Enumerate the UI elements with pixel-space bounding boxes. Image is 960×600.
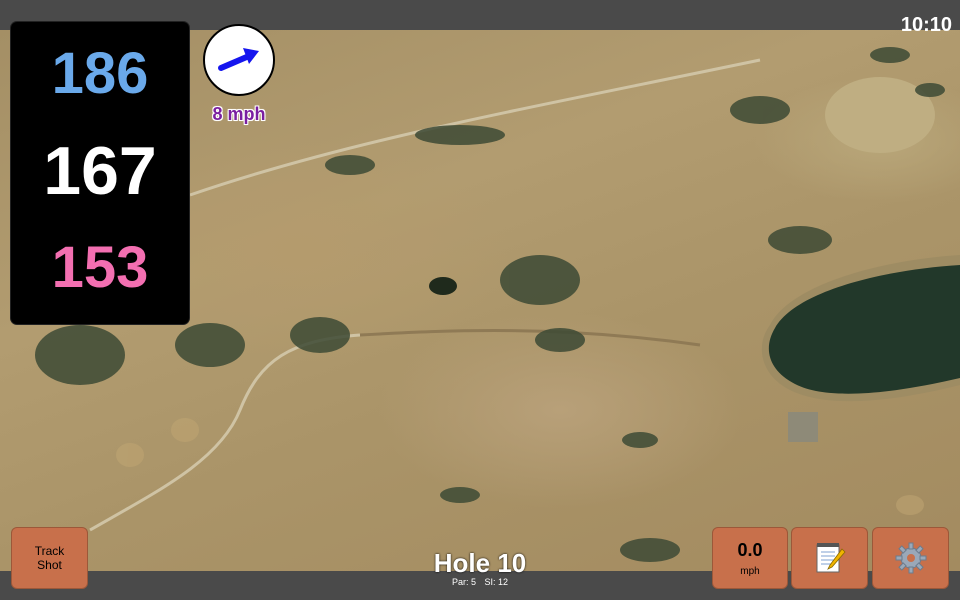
hole-stroke-index: SI: 12 bbox=[484, 577, 509, 587]
clock: 10:10 bbox=[900, 14, 952, 36]
track-shot-button[interactable]: Track Shot bbox=[12, 528, 87, 588]
gear-icon bbox=[895, 542, 926, 574]
wind-arrow-icon bbox=[218, 48, 259, 71]
notes-button[interactable] bbox=[792, 528, 867, 588]
track-shot-label-line2: Shot bbox=[37, 558, 62, 572]
hole-info: Par: 5 SI: 12 bbox=[380, 577, 580, 587]
speed-value: 0.0 bbox=[737, 539, 763, 560]
wind-speed: 8 mph bbox=[212, 104, 266, 124]
distance-panel: 186 167 153 bbox=[11, 22, 189, 324]
settings-button[interactable] bbox=[873, 528, 948, 588]
speed-button[interactable]: 0.0 mph bbox=[713, 528, 787, 588]
hole-title: Hole 10 bbox=[433, 548, 527, 578]
track-shot-label-line1: Track bbox=[34, 544, 65, 558]
middle-distance: 167 bbox=[43, 133, 157, 209]
wind-indicator[interactable] bbox=[203, 24, 275, 96]
back-distance: 186 bbox=[51, 41, 149, 106]
front-distance: 153 bbox=[51, 235, 149, 300]
speed-unit: mph bbox=[740, 565, 760, 577]
notepad-icon bbox=[816, 543, 846, 573]
hole-par: Par: 5 bbox=[451, 577, 476, 587]
